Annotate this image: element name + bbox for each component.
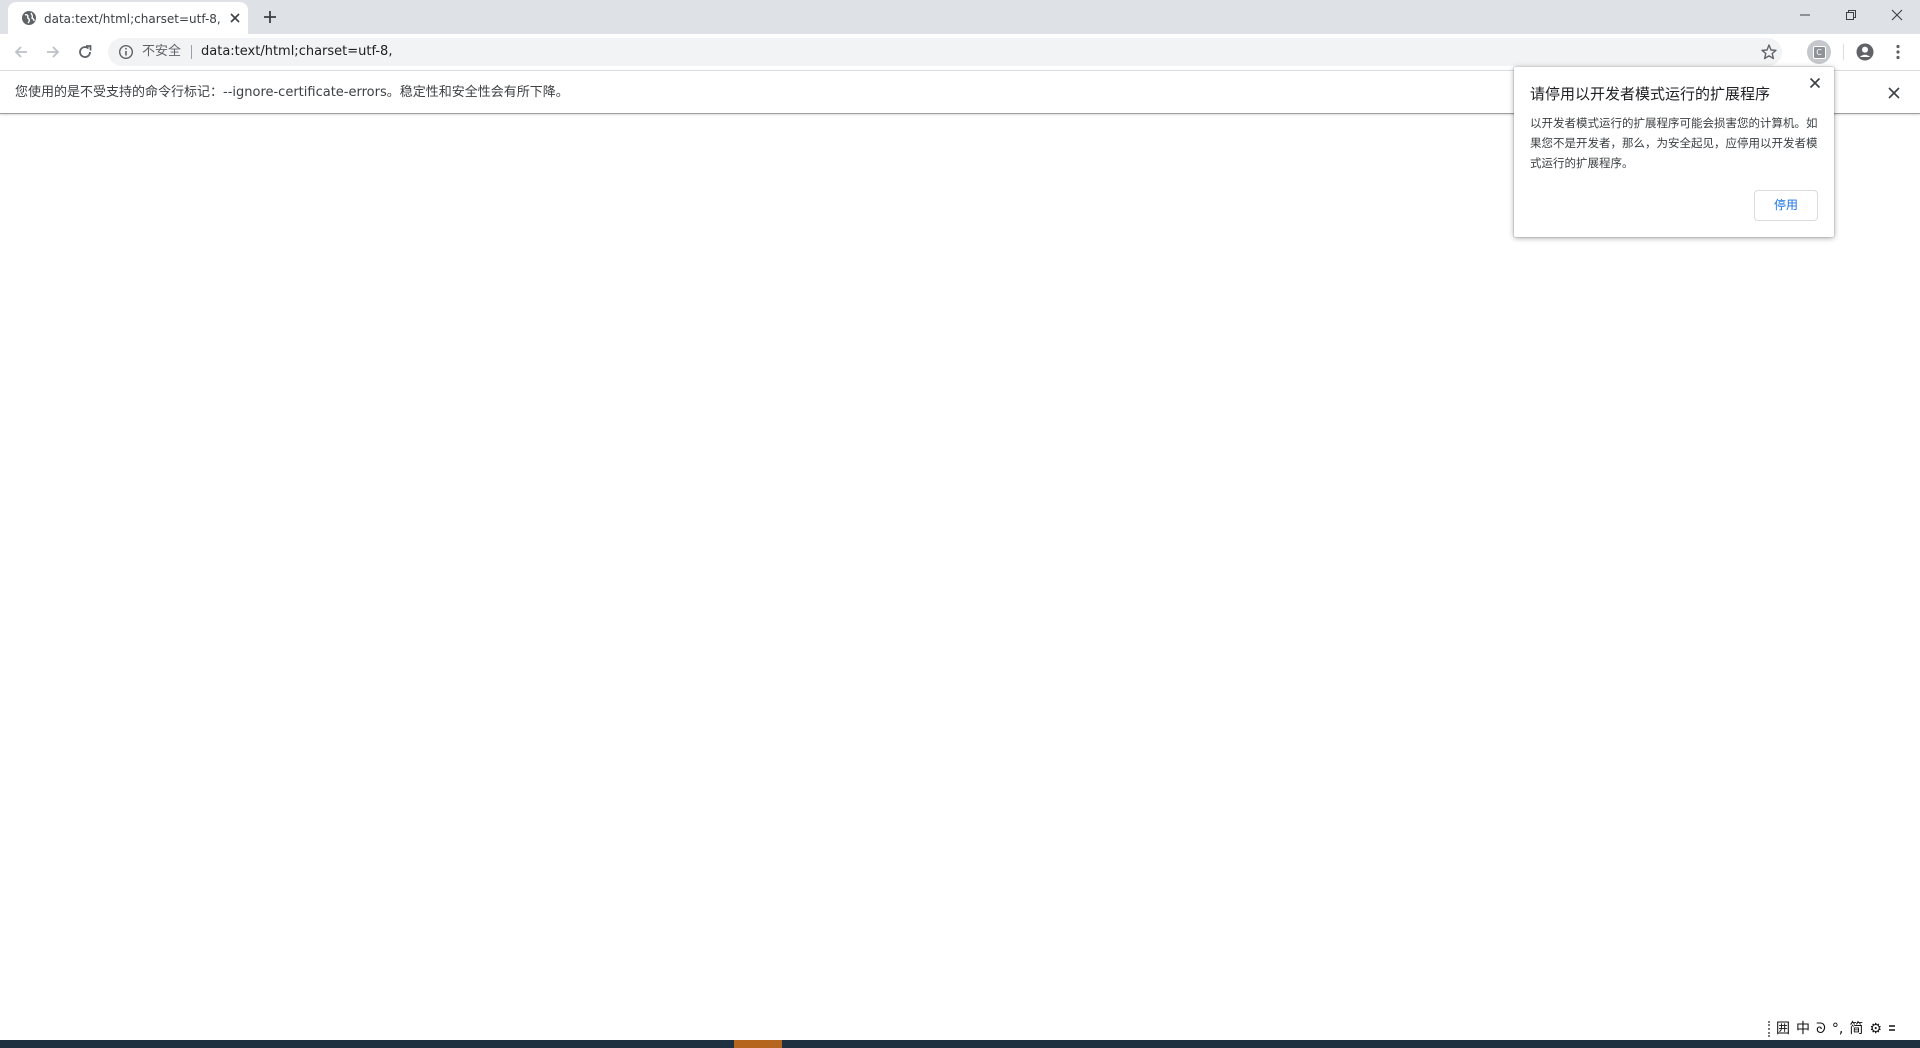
browser-toolbar: 不安全 data:text/html;charset=utf-8, C [0,34,1920,70]
info-icon[interactable] [118,44,134,60]
ime-simplified-mode[interactable]: 简 [1849,1019,1863,1039]
bubble-title: 请停用以开发者模式运行的扩展程序 [1530,85,1771,103]
reload-button[interactable] [73,40,97,64]
arrow-left-icon [14,46,27,58]
ime-keyboard-icon[interactable]: 囲 [1776,1019,1790,1039]
back-button[interactable] [9,40,33,64]
extension-icon: C [1812,45,1826,59]
minimize-icon [1800,14,1810,16]
tab-title: data:text/html;charset=utf-8, [44,12,221,26]
taskbar-active-app[interactable] [734,1040,782,1048]
ime-punctuation-icon[interactable]: °, [1832,1019,1843,1039]
security-status-label[interactable]: 不安全 [142,43,181,61]
browser-tab[interactable]: data:text/html;charset=utf-8, [8,2,248,34]
toolbar-separator [1843,44,1844,60]
restore-button[interactable] [1828,0,1874,30]
ime-toolbar: 囲 中 ᘐ °, 简 ⚙ [1768,1018,1920,1040]
infobar-message: 您使用的是不受支持的命令行标记：--ignore-certificate-err… [15,85,569,100]
close-window-button[interactable] [1874,0,1920,30]
bubble-body: 以开发者模式运行的扩展程序可能会损害您的计算机。如果您不是开发者，那么，为安全起… [1530,116,1818,170]
extension-button[interactable]: C [1807,40,1831,64]
arrow-right-icon [47,46,60,58]
taskbar [0,1040,1920,1048]
ime-grip-handle[interactable] [1768,1021,1772,1037]
ime-settings-icon[interactable]: ⚙ [1869,1019,1882,1039]
address-separator [191,45,192,59]
ime-half-width-icon[interactable]: ᘐ [1816,1019,1826,1039]
ime-chinese-mode[interactable]: 中 [1796,1019,1810,1039]
more-vert-icon[interactable] [1888,42,1908,62]
reload-icon [79,45,92,58]
url-text[interactable]: data:text/html;charset=utf-8, [201,43,392,61]
profile-avatar-icon[interactable] [1855,42,1875,62]
close-bubble-icon[interactable] [1807,75,1823,91]
close-infobar-icon[interactable] [1886,85,1902,101]
forward-button[interactable] [41,40,65,64]
restore-icon [1846,10,1856,20]
close-tab-icon[interactable] [227,10,243,26]
minimize-button[interactable] [1782,0,1828,30]
new-tab-icon[interactable] [261,8,279,26]
address-bar[interactable]: 不安全 data:text/html;charset=utf-8, [108,38,1782,66]
star-icon[interactable] [1760,43,1778,61]
dev-mode-extension-bubble: 请停用以开发者模式运行的扩展程序 以开发者模式运行的扩展程序可能会损害您的计算机… [1514,67,1834,237]
ime-overflow-icon[interactable] [1888,1022,1896,1036]
tab-strip: data:text/html;charset=utf-8, [0,0,1920,34]
disable-extensions-button[interactable]: 停用 [1754,190,1818,221]
close-icon [1891,9,1903,21]
globe-icon [22,11,36,25]
